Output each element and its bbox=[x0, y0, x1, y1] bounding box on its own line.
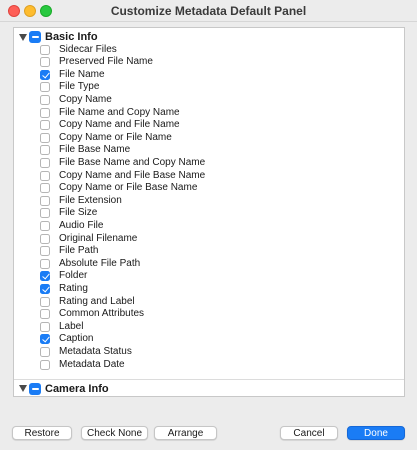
unchecked-checkbox[interactable] bbox=[40, 170, 50, 181]
disclosure-triangle-icon[interactable] bbox=[19, 34, 27, 41]
unchecked-checkbox[interactable] bbox=[40, 195, 50, 206]
list-item[interactable]: Folder bbox=[14, 270, 404, 283]
list-item[interactable]: Absolute File Path bbox=[14, 257, 404, 271]
cancel-button[interactable]: Cancel bbox=[280, 426, 338, 440]
unchecked-checkbox[interactable] bbox=[40, 309, 50, 320]
list-item[interactable]: Caption bbox=[14, 333, 404, 346]
checked-checkbox[interactable] bbox=[40, 69, 50, 80]
item-label: File Name and Copy Name bbox=[59, 106, 180, 118]
unchecked-checkbox[interactable] bbox=[40, 132, 50, 143]
restore-button[interactable]: Restore bbox=[12, 426, 72, 440]
list-item[interactable]: Metadata Status bbox=[14, 345, 404, 359]
item-label: Copy Name and File Base Name bbox=[59, 169, 206, 181]
done-button[interactable]: Done bbox=[347, 426, 405, 440]
item-label: File Path bbox=[59, 245, 99, 257]
section-header-camera-info[interactable]: Camera Info bbox=[14, 381, 404, 396]
unchecked-checkbox[interactable] bbox=[40, 145, 50, 156]
unchecked-checkbox[interactable] bbox=[40, 183, 50, 194]
unchecked-checkbox[interactable] bbox=[40, 220, 50, 231]
item-label: Audio File bbox=[59, 219, 104, 231]
list-item[interactable]: Copy Name bbox=[14, 93, 404, 107]
item-label: Copy Name and File Name bbox=[59, 119, 180, 131]
unchecked-checkbox[interactable] bbox=[40, 107, 50, 118]
unchecked-checkbox[interactable] bbox=[40, 208, 50, 219]
mixed-dash-icon bbox=[31, 388, 39, 390]
item-label: File Name bbox=[59, 68, 105, 80]
unchecked-checkbox[interactable] bbox=[40, 246, 50, 257]
unchecked-checkbox[interactable] bbox=[40, 321, 50, 332]
list-item[interactable]: Copy Name and File Base Name bbox=[14, 169, 404, 183]
item-label: Copy Name or File Base Name bbox=[59, 182, 198, 194]
item-label: File Extension bbox=[59, 194, 122, 206]
unchecked-checkbox[interactable] bbox=[40, 157, 50, 168]
arrange-button[interactable]: Arrange bbox=[154, 426, 217, 440]
item-label: Caption bbox=[59, 333, 94, 345]
unchecked-checkbox[interactable] bbox=[40, 346, 50, 357]
item-label: Label bbox=[59, 320, 84, 332]
list-item[interactable]: Original Filename bbox=[14, 232, 404, 246]
list-item[interactable]: Rating and Label bbox=[14, 295, 404, 309]
item-label: File Base Name and Copy Name bbox=[59, 156, 206, 168]
item-label: Sidecar Files bbox=[59, 43, 117, 55]
list-item[interactable]: Metadata Date bbox=[14, 358, 404, 372]
item-label: File Base Name bbox=[59, 144, 131, 156]
list-item[interactable]: Copy Name or File Name bbox=[14, 131, 404, 145]
list-item[interactable]: File Base Name bbox=[14, 144, 404, 157]
dialog-window: Customize Metadata Default Panel Basic I… bbox=[0, 0, 417, 450]
item-label: Folder bbox=[59, 270, 88, 282]
item-label: File Type bbox=[59, 81, 100, 93]
item-label: Original Filename bbox=[59, 232, 138, 244]
section-separator bbox=[14, 379, 404, 380]
item-label: Common Attributes bbox=[59, 308, 145, 320]
list-item[interactable]: File Size bbox=[14, 207, 404, 220]
metadata-field-list[interactable]: Basic Info Sidecar Files Preserved File N… bbox=[13, 27, 405, 397]
list-item[interactable]: Sidecar Files bbox=[14, 43, 404, 57]
unchecked-checkbox[interactable] bbox=[40, 94, 50, 105]
section-mixed-checkbox[interactable] bbox=[29, 383, 41, 395]
list-item[interactable]: Copy Name or File Base Name bbox=[14, 182, 404, 195]
list-item[interactable]: File Extension bbox=[14, 194, 404, 208]
section-label: Camera Info bbox=[45, 383, 109, 395]
section-label: Basic Info bbox=[45, 31, 98, 43]
unchecked-checkbox[interactable] bbox=[40, 82, 50, 93]
list-item[interactable]: Rating bbox=[14, 282, 404, 296]
item-label: Metadata Status bbox=[59, 345, 132, 357]
list-item[interactable]: Label bbox=[14, 320, 404, 334]
list-item[interactable]: File Path bbox=[14, 245, 404, 258]
list-item[interactable]: Preserved File Name bbox=[14, 56, 404, 69]
item-label: Absolute File Path bbox=[59, 257, 141, 269]
item-label: File Size bbox=[59, 207, 98, 219]
mixed-dash-icon bbox=[31, 36, 39, 38]
list-item[interactable]: File Type bbox=[14, 81, 404, 94]
checked-checkbox[interactable] bbox=[40, 283, 50, 294]
checked-checkbox[interactable] bbox=[40, 271, 50, 282]
list-item[interactable]: File Name and Copy Name bbox=[14, 106, 404, 120]
item-label: Rating and Label bbox=[59, 295, 135, 307]
title-bar[interactable]: Customize Metadata Default Panel bbox=[0, 0, 417, 22]
unchecked-checkbox[interactable] bbox=[40, 359, 50, 370]
section-mixed-checkbox[interactable] bbox=[29, 31, 41, 43]
list-item[interactable]: Common Attributes bbox=[14, 308, 404, 321]
list-item[interactable]: File Name bbox=[14, 68, 404, 82]
window-title: Customize Metadata Default Panel bbox=[110, 4, 307, 18]
list-item[interactable]: File Base Name and Copy Name bbox=[14, 156, 404, 170]
unchecked-checkbox[interactable] bbox=[40, 233, 50, 244]
list-item[interactable]: Copy Name and File Name bbox=[14, 119, 404, 132]
unchecked-checkbox[interactable] bbox=[40, 57, 50, 68]
item-label: Metadata Date bbox=[59, 358, 125, 370]
item-label: Copy Name or File Name bbox=[59, 131, 172, 143]
item-label: Preserved File Name bbox=[59, 56, 153, 68]
checked-checkbox[interactable] bbox=[40, 334, 50, 345]
unchecked-checkbox[interactable] bbox=[40, 44, 50, 55]
list-item[interactable]: Audio File bbox=[14, 219, 404, 233]
unchecked-checkbox[interactable] bbox=[40, 120, 50, 131]
disclosure-triangle-icon[interactable] bbox=[19, 385, 27, 392]
unchecked-checkbox[interactable] bbox=[40, 258, 50, 269]
item-label: Copy Name bbox=[59, 93, 112, 105]
check-none-button[interactable]: Check None bbox=[81, 426, 148, 440]
item-label: Rating bbox=[59, 282, 88, 294]
unchecked-checkbox[interactable] bbox=[40, 296, 50, 307]
